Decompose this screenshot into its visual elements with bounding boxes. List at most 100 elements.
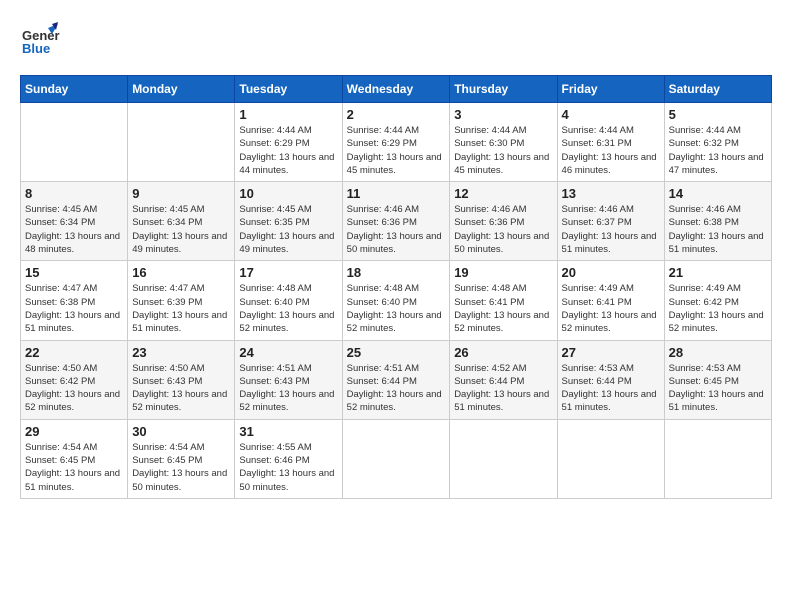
- day-number: 18: [347, 265, 446, 280]
- calendar-cell: [450, 419, 557, 498]
- day-number: 15: [25, 265, 123, 280]
- calendar-cell: 20 Sunrise: 4:49 AM Sunset: 6:41 PM Dayl…: [557, 261, 664, 340]
- day-detail: Sunrise: 4:45 AM Sunset: 6:34 PM Dayligh…: [132, 203, 230, 256]
- column-header-monday: Monday: [128, 76, 235, 103]
- logo-icon: General Blue: [20, 20, 60, 60]
- calendar-cell: 3 Sunrise: 4:44 AM Sunset: 6:30 PM Dayli…: [450, 103, 557, 182]
- day-number: 21: [669, 265, 767, 280]
- calendar-cell: 14 Sunrise: 4:46 AM Sunset: 6:38 PM Dayl…: [664, 182, 771, 261]
- svg-text:Blue: Blue: [22, 41, 50, 56]
- day-detail: Sunrise: 4:52 AM Sunset: 6:44 PM Dayligh…: [454, 362, 552, 415]
- day-number: 11: [347, 186, 446, 201]
- day-number: 14: [669, 186, 767, 201]
- calendar-cell: 11 Sunrise: 4:46 AM Sunset: 6:36 PM Dayl…: [342, 182, 450, 261]
- day-detail: Sunrise: 4:44 AM Sunset: 6:30 PM Dayligh…: [454, 124, 552, 177]
- calendar-cell: 1 Sunrise: 4:44 AM Sunset: 6:29 PM Dayli…: [235, 103, 342, 182]
- day-detail: Sunrise: 4:47 AM Sunset: 6:38 PM Dayligh…: [25, 282, 123, 335]
- day-detail: Sunrise: 4:48 AM Sunset: 6:41 PM Dayligh…: [454, 282, 552, 335]
- day-number: 8: [25, 186, 123, 201]
- day-detail: Sunrise: 4:51 AM Sunset: 6:44 PM Dayligh…: [347, 362, 446, 415]
- calendar-cell: 5 Sunrise: 4:44 AM Sunset: 6:32 PM Dayli…: [664, 103, 771, 182]
- calendar-table: SundayMondayTuesdayWednesdayThursdayFrid…: [20, 75, 772, 499]
- calendar-cell: 19 Sunrise: 4:48 AM Sunset: 6:41 PM Dayl…: [450, 261, 557, 340]
- day-detail: Sunrise: 4:50 AM Sunset: 6:43 PM Dayligh…: [132, 362, 230, 415]
- column-header-tuesday: Tuesday: [235, 76, 342, 103]
- day-detail: Sunrise: 4:53 AM Sunset: 6:45 PM Dayligh…: [669, 362, 767, 415]
- calendar-cell: 4 Sunrise: 4:44 AM Sunset: 6:31 PM Dayli…: [557, 103, 664, 182]
- calendar-cell: 21 Sunrise: 4:49 AM Sunset: 6:42 PM Dayl…: [664, 261, 771, 340]
- day-number: 31: [239, 424, 337, 439]
- day-detail: Sunrise: 4:46 AM Sunset: 6:36 PM Dayligh…: [454, 203, 552, 256]
- column-header-sunday: Sunday: [21, 76, 128, 103]
- day-number: 9: [132, 186, 230, 201]
- calendar-cell: 28 Sunrise: 4:53 AM Sunset: 6:45 PM Dayl…: [664, 340, 771, 419]
- calendar-cell: 23 Sunrise: 4:50 AM Sunset: 6:43 PM Dayl…: [128, 340, 235, 419]
- calendar-cell: 12 Sunrise: 4:46 AM Sunset: 6:36 PM Dayl…: [450, 182, 557, 261]
- calendar-cell: 9 Sunrise: 4:45 AM Sunset: 6:34 PM Dayli…: [128, 182, 235, 261]
- logo: General Blue: [20, 20, 60, 60]
- calendar-cell: [21, 103, 128, 182]
- calendar-cell: 25 Sunrise: 4:51 AM Sunset: 6:44 PM Dayl…: [342, 340, 450, 419]
- day-number: 3: [454, 107, 552, 122]
- calendar-cell: 22 Sunrise: 4:50 AM Sunset: 6:42 PM Dayl…: [21, 340, 128, 419]
- day-number: 13: [562, 186, 660, 201]
- day-detail: Sunrise: 4:49 AM Sunset: 6:42 PM Dayligh…: [669, 282, 767, 335]
- day-number: 4: [562, 107, 660, 122]
- day-detail: Sunrise: 4:44 AM Sunset: 6:29 PM Dayligh…: [347, 124, 446, 177]
- day-number: 22: [25, 345, 123, 360]
- day-detail: Sunrise: 4:47 AM Sunset: 6:39 PM Dayligh…: [132, 282, 230, 335]
- calendar-cell: 27 Sunrise: 4:53 AM Sunset: 6:44 PM Dayl…: [557, 340, 664, 419]
- day-number: 16: [132, 265, 230, 280]
- calendar-cell: 24 Sunrise: 4:51 AM Sunset: 6:43 PM Dayl…: [235, 340, 342, 419]
- day-detail: Sunrise: 4:46 AM Sunset: 6:38 PM Dayligh…: [669, 203, 767, 256]
- page-header: General Blue: [20, 20, 772, 60]
- column-header-thursday: Thursday: [450, 76, 557, 103]
- day-number: 25: [347, 345, 446, 360]
- day-detail: Sunrise: 4:54 AM Sunset: 6:45 PM Dayligh…: [25, 441, 123, 494]
- day-detail: Sunrise: 4:44 AM Sunset: 6:32 PM Dayligh…: [669, 124, 767, 177]
- calendar-cell: [557, 419, 664, 498]
- calendar-cell: [664, 419, 771, 498]
- day-number: 24: [239, 345, 337, 360]
- day-number: 29: [25, 424, 123, 439]
- day-number: 28: [669, 345, 767, 360]
- day-detail: Sunrise: 4:45 AM Sunset: 6:34 PM Dayligh…: [25, 203, 123, 256]
- day-number: 30: [132, 424, 230, 439]
- day-number: 10: [239, 186, 337, 201]
- column-header-saturday: Saturday: [664, 76, 771, 103]
- calendar-cell: 17 Sunrise: 4:48 AM Sunset: 6:40 PM Dayl…: [235, 261, 342, 340]
- calendar-cell: 26 Sunrise: 4:52 AM Sunset: 6:44 PM Dayl…: [450, 340, 557, 419]
- day-detail: Sunrise: 4:50 AM Sunset: 6:42 PM Dayligh…: [25, 362, 123, 415]
- calendar-cell: 8 Sunrise: 4:45 AM Sunset: 6:34 PM Dayli…: [21, 182, 128, 261]
- day-number: 19: [454, 265, 552, 280]
- day-detail: Sunrise: 4:51 AM Sunset: 6:43 PM Dayligh…: [239, 362, 337, 415]
- calendar-cell: [342, 419, 450, 498]
- day-number: 23: [132, 345, 230, 360]
- day-number: 12: [454, 186, 552, 201]
- day-detail: Sunrise: 4:46 AM Sunset: 6:36 PM Dayligh…: [347, 203, 446, 256]
- calendar-cell: 2 Sunrise: 4:44 AM Sunset: 6:29 PM Dayli…: [342, 103, 450, 182]
- day-detail: Sunrise: 4:55 AM Sunset: 6:46 PM Dayligh…: [239, 441, 337, 494]
- day-detail: Sunrise: 4:49 AM Sunset: 6:41 PM Dayligh…: [562, 282, 660, 335]
- column-header-friday: Friday: [557, 76, 664, 103]
- calendar-cell: 15 Sunrise: 4:47 AM Sunset: 6:38 PM Dayl…: [21, 261, 128, 340]
- calendar-cell: 13 Sunrise: 4:46 AM Sunset: 6:37 PM Dayl…: [557, 182, 664, 261]
- day-number: 2: [347, 107, 446, 122]
- day-number: 27: [562, 345, 660, 360]
- calendar-cell: 18 Sunrise: 4:48 AM Sunset: 6:40 PM Dayl…: [342, 261, 450, 340]
- calendar-cell: 29 Sunrise: 4:54 AM Sunset: 6:45 PM Dayl…: [21, 419, 128, 498]
- day-detail: Sunrise: 4:46 AM Sunset: 6:37 PM Dayligh…: [562, 203, 660, 256]
- day-detail: Sunrise: 4:44 AM Sunset: 6:31 PM Dayligh…: [562, 124, 660, 177]
- day-detail: Sunrise: 4:48 AM Sunset: 6:40 PM Dayligh…: [239, 282, 337, 335]
- day-number: 17: [239, 265, 337, 280]
- calendar-cell: 16 Sunrise: 4:47 AM Sunset: 6:39 PM Dayl…: [128, 261, 235, 340]
- day-number: 1: [239, 107, 337, 122]
- day-detail: Sunrise: 4:53 AM Sunset: 6:44 PM Dayligh…: [562, 362, 660, 415]
- calendar-cell: 30 Sunrise: 4:54 AM Sunset: 6:45 PM Dayl…: [128, 419, 235, 498]
- day-detail: Sunrise: 4:44 AM Sunset: 6:29 PM Dayligh…: [239, 124, 337, 177]
- day-detail: Sunrise: 4:48 AM Sunset: 6:40 PM Dayligh…: [347, 282, 446, 335]
- day-detail: Sunrise: 4:54 AM Sunset: 6:45 PM Dayligh…: [132, 441, 230, 494]
- day-number: 20: [562, 265, 660, 280]
- calendar-cell: [128, 103, 235, 182]
- day-number: 26: [454, 345, 552, 360]
